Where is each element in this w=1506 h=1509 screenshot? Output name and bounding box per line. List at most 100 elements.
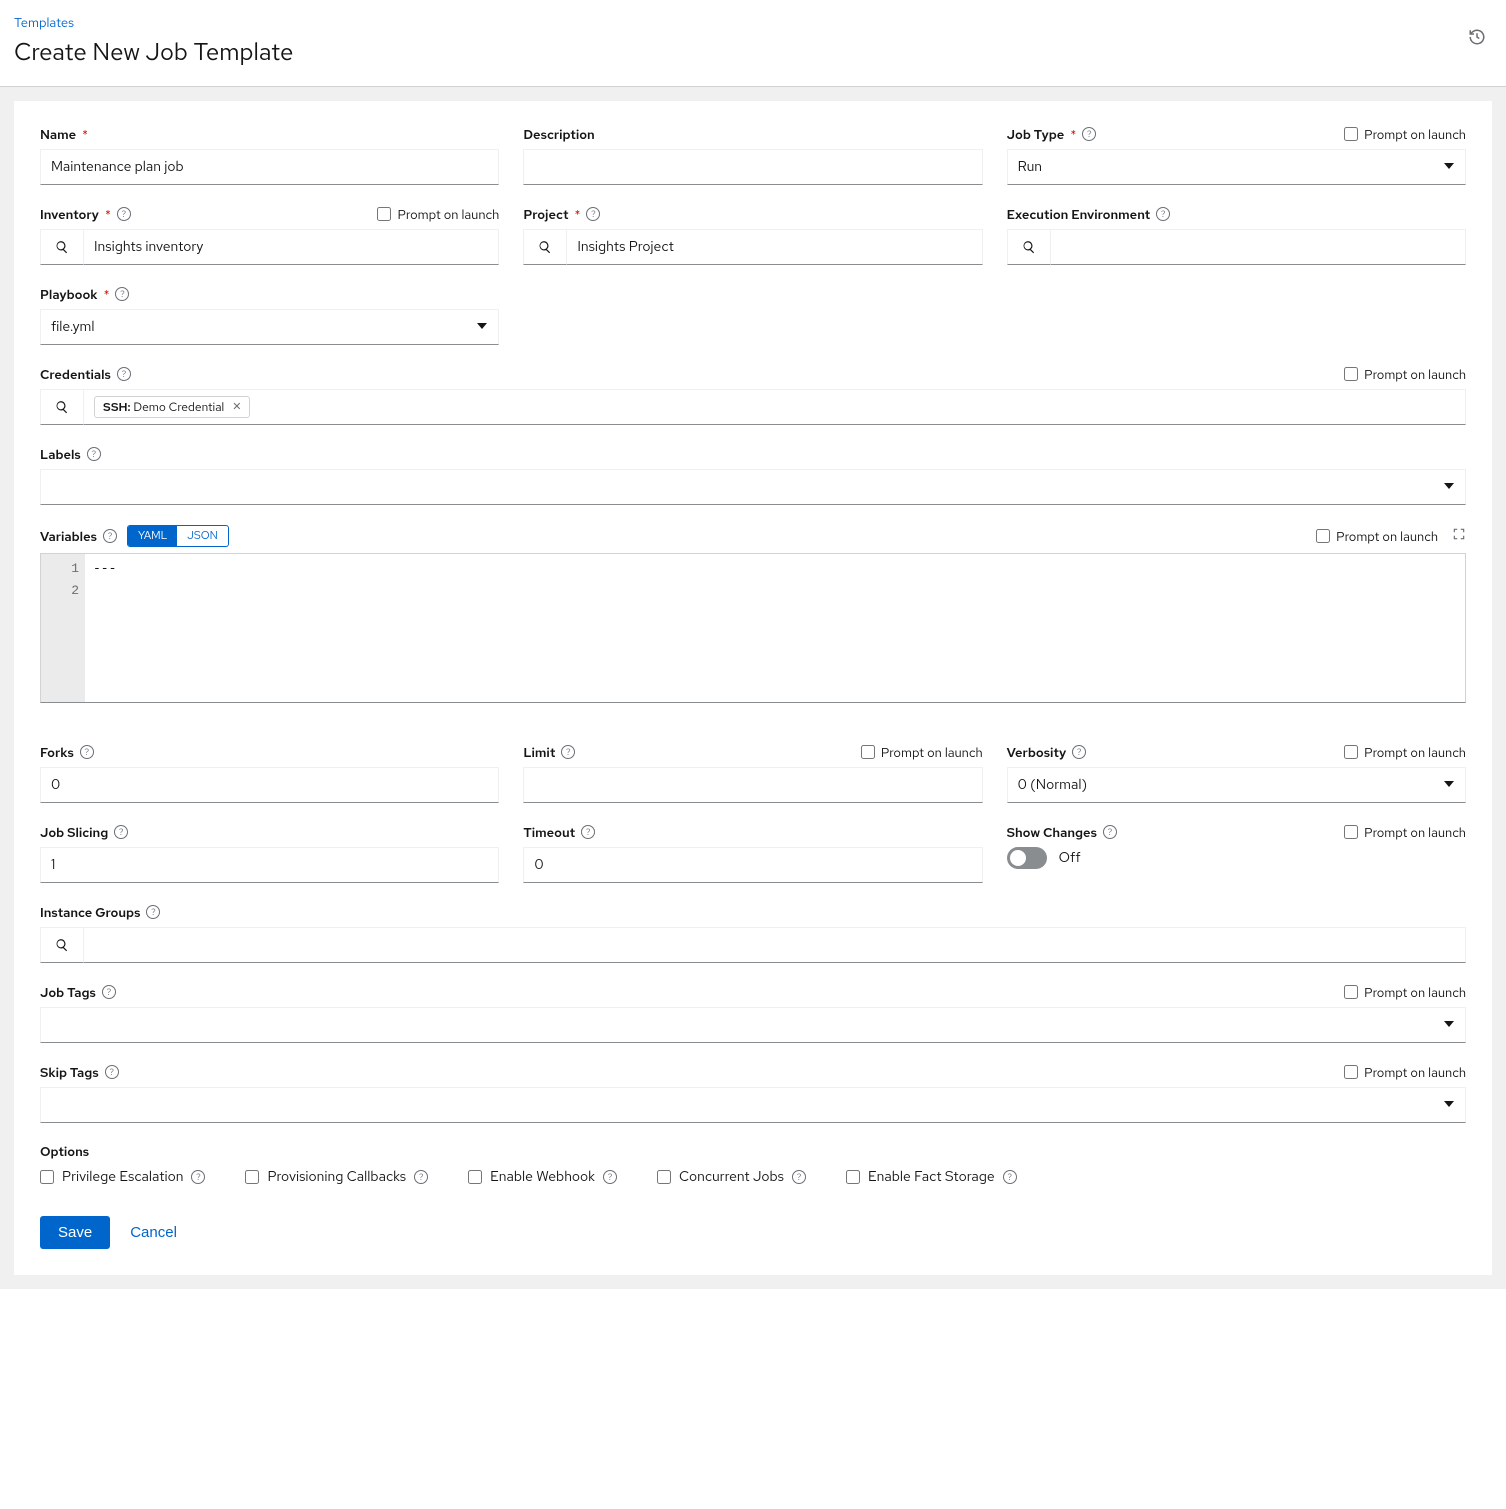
webhook-checkbox[interactable] (468, 1170, 482, 1184)
opt-fact-storage[interactable]: Enable Fact Storage? (846, 1168, 1017, 1186)
inventory-lookup-button[interactable] (40, 229, 84, 265)
project-field[interactable]: Insights Project (567, 229, 982, 265)
credentials-prompt[interactable]: Prompt on launch (1344, 366, 1466, 383)
variables-label: Variables (40, 528, 97, 545)
help-icon[interactable]: ? (603, 1170, 617, 1184)
project-lookup-button[interactable] (523, 229, 567, 265)
help-icon[interactable]: ? (414, 1170, 428, 1184)
help-icon[interactable]: ? (115, 287, 129, 301)
limit-prompt[interactable]: Prompt on launch (861, 744, 983, 761)
opt-privilege-escalation[interactable]: Privilege Escalation? (40, 1168, 205, 1186)
page-header: Templates Create New Job Template (0, 0, 1506, 87)
help-icon[interactable]: ? (146, 905, 160, 919)
code-content[interactable]: --- (85, 554, 1465, 702)
help-icon[interactable]: ? (561, 745, 575, 759)
opt-enable-webhook[interactable]: Enable Webhook? (468, 1168, 617, 1186)
show-changes-prompt-checkbox[interactable] (1344, 825, 1358, 839)
variables-prompt[interactable]: Prompt on launch (1316, 528, 1438, 545)
job-tags-select[interactable] (40, 1007, 1466, 1043)
help-icon[interactable]: ? (102, 985, 116, 999)
opt-concurrent-jobs[interactable]: Concurrent Jobs? (657, 1168, 806, 1186)
json-toggle[interactable]: JSON (177, 526, 228, 546)
job-slicing-input[interactable] (40, 847, 499, 883)
timeout-input[interactable] (523, 847, 982, 883)
job-slicing-label: Job Slicing (40, 824, 108, 841)
instance-groups-field[interactable] (84, 927, 1466, 963)
priv-esc-checkbox[interactable] (40, 1170, 54, 1184)
variables-editor[interactable]: 1 2 --- (40, 553, 1466, 703)
labels-select[interactable] (40, 469, 1466, 505)
show-changes-prompt[interactable]: Prompt on launch (1344, 824, 1466, 841)
skip-tags-label: Skip Tags (40, 1064, 99, 1081)
limit-prompt-checkbox[interactable] (861, 745, 875, 759)
instance-groups-lookup-button[interactable] (40, 927, 84, 963)
required-marker: * (575, 206, 581, 223)
inventory-field[interactable]: Insights inventory (84, 229, 499, 265)
playbook-select[interactable] (40, 309, 499, 345)
credentials-label: Credentials (40, 366, 111, 383)
fact-storage-checkbox[interactable] (846, 1170, 860, 1184)
description-input[interactable] (523, 149, 982, 185)
help-icon[interactable]: ? (586, 207, 600, 221)
skip-tags-prompt[interactable]: Prompt on launch (1344, 1064, 1466, 1081)
verbosity-prompt[interactable]: Prompt on launch (1344, 744, 1466, 761)
yaml-toggle[interactable]: YAML (128, 526, 177, 546)
variables-prompt-checkbox[interactable] (1316, 529, 1330, 543)
save-button[interactable]: Save (40, 1216, 110, 1249)
help-icon[interactable]: ? (1156, 207, 1170, 221)
help-icon[interactable]: ? (80, 745, 94, 759)
help-icon[interactable]: ? (117, 207, 131, 221)
skip-tags-select[interactable] (40, 1087, 1466, 1123)
help-icon[interactable]: ? (581, 825, 595, 839)
limit-input[interactable] (523, 767, 982, 803)
exec-env-lookup-button[interactable] (1007, 229, 1051, 265)
prov-cb-checkbox[interactable] (245, 1170, 259, 1184)
forks-label: Forks (40, 744, 74, 761)
help-icon[interactable]: ? (1072, 745, 1086, 759)
skip-tags-prompt-checkbox[interactable] (1344, 1065, 1358, 1079)
help-icon[interactable]: ? (103, 529, 117, 543)
job-tags-prompt[interactable]: Prompt on launch (1344, 984, 1466, 1001)
close-icon[interactable]: ✕ (232, 400, 241, 414)
verbosity-select[interactable] (1007, 767, 1466, 803)
expand-icon[interactable] (1452, 527, 1466, 546)
help-icon[interactable]: ? (105, 1065, 119, 1079)
history-icon[interactable] (1468, 28, 1486, 51)
help-icon[interactable]: ? (117, 367, 131, 381)
job-type-prompt[interactable]: Prompt on launch (1344, 126, 1466, 143)
cancel-button[interactable]: Cancel (124, 1216, 183, 1249)
description-label: Description (523, 126, 594, 143)
verbosity-prompt-checkbox[interactable] (1344, 745, 1358, 759)
job-type-prompt-checkbox[interactable] (1344, 127, 1358, 141)
variables-format-toggle[interactable]: YAML JSON (127, 525, 229, 547)
breadcrumb-link-templates[interactable]: Templates (14, 14, 74, 31)
help-icon[interactable]: ? (1082, 127, 1096, 141)
form-card: Name* Description Job Type*? Prompt on l… (14, 101, 1492, 1275)
help-icon[interactable]: ? (1003, 1170, 1017, 1184)
help-icon[interactable]: ? (792, 1170, 806, 1184)
forks-input[interactable] (40, 767, 499, 803)
job-type-select[interactable] (1007, 149, 1466, 185)
credentials-field[interactable]: SSH: Demo Credential ✕ (84, 389, 1466, 425)
job-tags-prompt-checkbox[interactable] (1344, 985, 1358, 999)
inventory-prompt[interactable]: Prompt on launch (377, 206, 499, 223)
name-input[interactable] (40, 149, 499, 185)
instance-groups-label: Instance Groups (40, 904, 140, 921)
concurrent-checkbox[interactable] (657, 1170, 671, 1184)
show-changes-switch[interactable] (1007, 847, 1047, 869)
credentials-lookup-button[interactable] (40, 389, 84, 425)
help-icon[interactable]: ? (1103, 825, 1117, 839)
exec-env-field[interactable] (1051, 229, 1466, 265)
job-type-label: Job Type (1007, 126, 1065, 143)
required-marker: * (104, 286, 110, 303)
help-icon[interactable]: ? (87, 447, 101, 461)
credentials-prompt-checkbox[interactable] (1344, 367, 1358, 381)
form-actions: Save Cancel (40, 1216, 1466, 1249)
inventory-prompt-checkbox[interactable] (377, 207, 391, 221)
credential-chip: SSH: Demo Credential ✕ (94, 396, 250, 418)
help-icon[interactable]: ? (114, 825, 128, 839)
opt-provisioning-callbacks[interactable]: Provisioning Callbacks? (245, 1168, 428, 1186)
options-section: Options Privilege Escalation? Provisioni… (40, 1143, 1466, 1186)
help-icon[interactable]: ? (191, 1170, 205, 1184)
options-label: Options (40, 1143, 1466, 1160)
